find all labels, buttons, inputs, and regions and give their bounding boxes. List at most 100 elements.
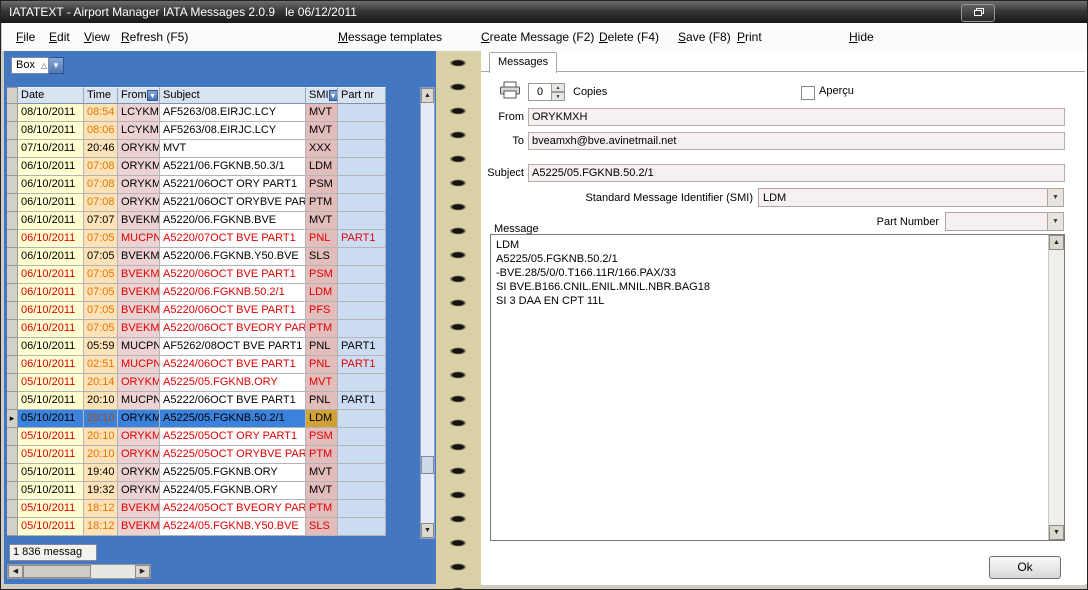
table-row[interactable]: 05/10/2011 20:10 ORYKMXH A5225/05.FGKNB.… [7,410,386,428]
menu-message-templates[interactable]: Message templates [338,30,442,44]
header-time[interactable]: Time [84,87,118,104]
table-row[interactable]: 06/10/2011 05:59 MUCPNAI AF5262/08OCT BV… [7,338,386,356]
grid-horizontal-scrollbar[interactable]: ◀ ▶ [7,564,151,579]
tab-messages[interactable]: Messages [489,52,557,73]
row-selector[interactable] [7,158,18,176]
box-dropdown-value[interactable]: Box △ [11,57,49,74]
cell-smi: XXX [306,140,338,158]
table-row[interactable]: 06/10/2011 07:05 BVEKMAI A5220/06OCT BVE… [7,266,386,284]
menu-print[interactable]: Print [737,30,762,44]
box-dropdown[interactable]: Box △ ▼ [11,57,64,74]
chevron-down-icon[interactable]: ▼ [1047,213,1063,230]
header-date[interactable]: Date [18,87,84,104]
menu-refresh[interactable]: Refresh (F5) [121,30,188,44]
subject-field[interactable] [528,164,1065,182]
row-selector[interactable] [7,302,18,320]
ok-button[interactable]: Ok [989,556,1061,579]
menu-view[interactable]: View [84,30,110,44]
chevron-down-icon[interactable]: ▼ [49,57,64,74]
spin-down-icon[interactable]: ▼ [551,92,565,101]
smi-select[interactable]: LDM ▼ [758,188,1064,207]
part-number-select[interactable]: ▼ [945,212,1064,231]
row-selector[interactable] [7,176,18,194]
header-part-nr[interactable]: Part nr [338,87,386,104]
table-row[interactable]: 05/10/2011 18:12 BVEKMAI A5224/05.FGKNB.… [7,518,386,536]
table-row[interactable]: 05/10/2011 18:12 BVEKMAI A5224/05OCT BVE… [7,500,386,518]
message-body-area[interactable]: LDM A5225/05.FGKNB.50.2/1 -BVE.28/5/0/0.… [490,234,1065,541]
preview-checkbox[interactable] [801,86,815,100]
row-selector[interactable] [7,446,18,464]
scroll-left-icon[interactable]: ◀ [8,565,23,578]
menu-file[interactable]: File [16,30,35,44]
spin-up-icon[interactable]: ▲ [551,83,565,92]
row-selector[interactable] [7,230,18,248]
table-row[interactable]: 06/10/2011 07:05 BVEKMAI A5220/06OCT BVE… [7,320,386,338]
row-selector[interactable] [7,122,18,140]
restore-icon [974,8,983,16]
table-row[interactable]: 05/10/2011 20:10 ORYKMXH A5225/05OCT ORY… [7,446,386,464]
horizontal-scroll-thumb[interactable] [23,565,91,578]
row-selector[interactable] [7,428,18,446]
row-selector[interactable] [7,392,18,410]
table-row[interactable]: 08/10/2011 08:54 LCYKMAF AF5263/08.EIRJC… [7,104,386,122]
copies-stepper[interactable]: ▲ ▼ [551,83,565,101]
menu-save[interactable]: Save (F8) [678,30,731,44]
from-field[interactable] [528,108,1065,126]
copies-input[interactable]: 0 [528,83,552,101]
row-selector[interactable] [7,284,18,302]
menu-edit[interactable]: Edit [49,30,70,44]
row-selector[interactable] [7,500,18,518]
row-selector[interactable] [7,410,18,428]
header-smi[interactable]: SMI ▼ [306,87,338,104]
message-vertical-scrollbar[interactable]: ▲ ▼ [1048,235,1064,540]
cell-date: 05/10/2011 [18,446,84,464]
scroll-down-icon[interactable]: ▼ [1049,525,1064,540]
header-from[interactable]: From ▼ [118,87,160,104]
smi-filter-icon[interactable]: ▼ [329,90,338,101]
table-row[interactable]: 06/10/2011 07:08 ORYKMXH A5221/06.FGKNB.… [7,158,386,176]
row-selector[interactable] [7,104,18,122]
scroll-down-icon[interactable]: ▼ [421,523,434,538]
scroll-up-icon[interactable]: ▲ [421,88,434,103]
row-selector[interactable] [7,464,18,482]
row-selector[interactable] [7,266,18,284]
menu-create-message[interactable]: Create Message (F2) [481,30,594,44]
table-row[interactable]: 06/10/2011 07:05 MUCPNAI A5220/07OCT BVE… [7,230,386,248]
to-field[interactable] [528,132,1065,150]
chevron-down-icon[interactable]: ▼ [1047,189,1063,206]
table-row[interactable]: 06/10/2011 07:08 ORYKMXH A5221/06OCT ORY… [7,194,386,212]
row-selector[interactable] [7,338,18,356]
row-selector[interactable] [7,212,18,230]
scroll-right-icon[interactable]: ▶ [135,565,150,578]
grid-vertical-scrollbar[interactable]: ▲ ▼ [420,87,435,539]
row-selector[interactable] [7,374,18,392]
printer-icon[interactable] [499,81,521,104]
table-row[interactable]: 05/10/2011 20:10 ORYKMXH A5225/05OCT ORY… [7,428,386,446]
restore-button[interactable] [961,4,995,22]
from-filter-icon[interactable]: ▼ [147,90,158,101]
row-selector[interactable] [7,194,18,212]
table-row[interactable]: 06/10/2011 07:05 BVEKMAI A5220/06.FGKNB.… [7,284,386,302]
table-row[interactable]: 05/10/2011 20:10 MUCPNAI A5222/06OCT BVE… [7,392,386,410]
row-selector[interactable] [7,248,18,266]
row-selector[interactable] [7,356,18,374]
header-subject[interactable]: Subject [160,87,306,104]
table-row[interactable]: 05/10/2011 20:14 ORYKMXH A5225/05.FGKNB.… [7,374,386,392]
table-row[interactable]: 05/10/2011 19:32 ORYKMXH A5224/05.FGKNB.… [7,482,386,500]
menu-hide[interactable]: Hide [849,30,874,44]
vertical-scroll-thumb[interactable] [421,456,434,474]
table-row[interactable]: 08/10/2011 08:06 LCYKMAF AF5263/08.EIRJC… [7,122,386,140]
row-selector[interactable] [7,140,18,158]
table-row[interactable]: 06/10/2011 07:05 BVEKMAI A5220/06.FGKNB.… [7,248,386,266]
menu-delete[interactable]: Delete (F4) [599,30,659,44]
row-selector[interactable] [7,518,18,536]
table-row[interactable]: 06/10/2011 07:05 BVEKMAI A5220/06OCT BVE… [7,302,386,320]
table-row[interactable]: 06/10/2011 07:08 ORYKMXH A5221/06OCT ORY… [7,176,386,194]
row-selector[interactable] [7,320,18,338]
table-row[interactable]: 06/10/2011 07:07 BVEKMAI A5220/06.FGKNB.… [7,212,386,230]
table-row[interactable]: 06/10/2011 02:51 MUCPNAI A5224/06OCT BVE… [7,356,386,374]
row-selector[interactable] [7,482,18,500]
table-row[interactable]: 05/10/2011 19:40 ORYKMXH A5225/05.FGKNB.… [7,464,386,482]
scroll-up-icon[interactable]: ▲ [1049,235,1064,250]
table-row[interactable]: 07/10/2011 20:46 ORYKMXH MVT XXX [7,140,386,158]
